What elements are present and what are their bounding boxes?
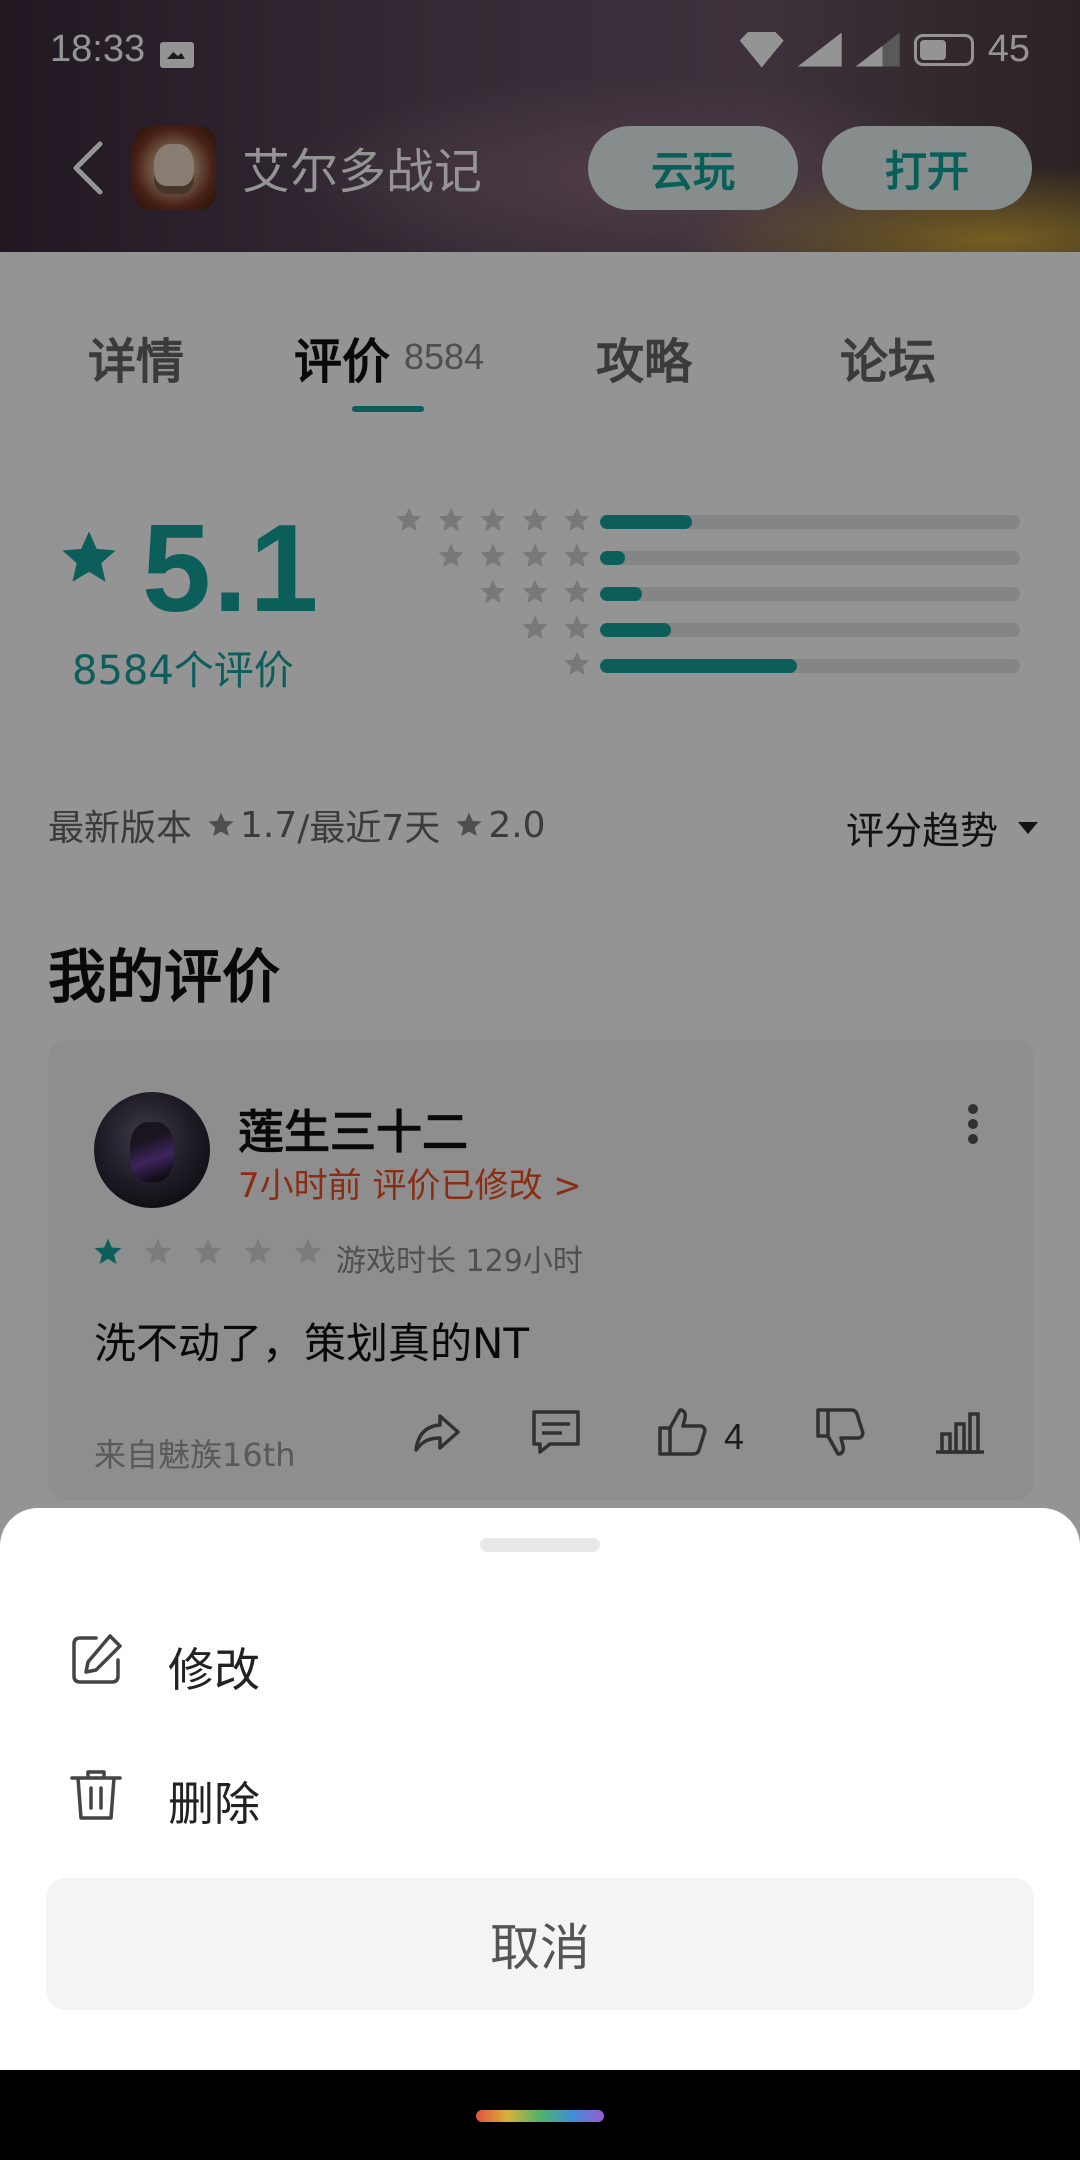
delete-label: 删除 [168, 1777, 260, 1831]
action-bottom-sheet: 修改 删除 取消 [0, 1508, 1080, 2070]
edit-label: 修改 [168, 1643, 260, 1697]
edit-review-item[interactable]: 修改 [0, 1596, 1080, 1726]
trash-icon [70, 1770, 122, 1820]
delete-review-item[interactable]: 删除 [0, 1730, 1080, 1860]
sheet-drag-handle[interactable] [480, 1538, 600, 1552]
edit-icon [72, 1634, 122, 1684]
system-navigation-bar [0, 2070, 1080, 2160]
home-gesture-pill[interactable] [476, 2110, 604, 2122]
cancel-button[interactable]: 取消 [46, 1878, 1034, 2010]
